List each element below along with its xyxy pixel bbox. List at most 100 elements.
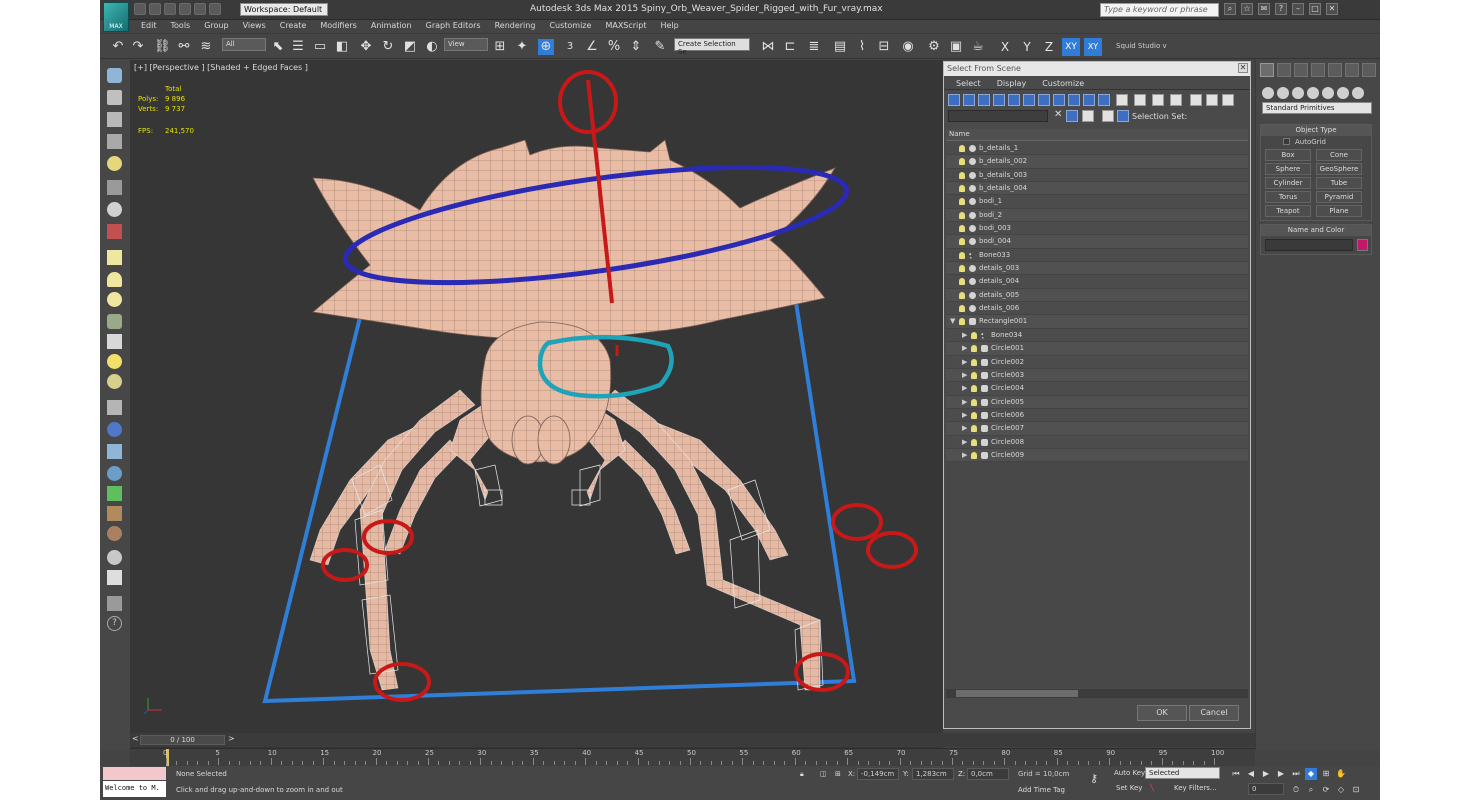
sphere-light-icon[interactable] [107,292,122,307]
scene-list-item[interactable]: ▶ Circle008 [946,435,1248,449]
help-icon[interactable]: ? [1275,3,1287,15]
track-bar[interactable]: 0 5 10 15 20 25 30 35 40 45 50 55 60 65 70 75 80 85 90 95 10… [130,748,1255,766]
visibility-bulb-icon[interactable] [971,358,977,366]
menu-customize[interactable]: Customize [542,20,598,32]
lock-selection-icon[interactable]: 🔒︎ [800,770,804,779]
scene-list-item[interactable]: ▶ Circle005 [946,395,1248,409]
visibility-bulb-icon[interactable] [959,238,965,246]
select-object-icon[interactable]: ⬉ [270,39,286,55]
key-mode-toggle-icon[interactable]: ◆ [1305,768,1317,780]
scene-list-item[interactable]: ▶ Circle004 [946,382,1248,396]
display-lights-icon[interactable] [978,94,990,106]
place-icon[interactable]: ◐ [424,39,440,55]
new-file-icon[interactable] [134,3,146,15]
redo-arrow-icon[interactable]: ↷ [130,39,146,55]
hierarchy-icon[interactable] [1206,94,1218,106]
visibility-bulb-icon[interactable] [971,385,977,393]
collapse-caret-icon[interactable]: ▶ [962,384,967,392]
redo-icon[interactable] [194,3,206,15]
name-filter-input[interactable] [948,110,1048,122]
grass-icon[interactable] [107,486,122,501]
display-xrefs-icon[interactable] [1053,94,1065,106]
helpers-icon[interactable] [1322,87,1334,99]
select-manipulate-icon[interactable]: ✦ [514,39,530,55]
ref-coord-dropdown[interactable]: View [444,38,488,51]
scene-list-item[interactable]: details_006 [946,302,1248,316]
object-name-input[interactable] [1265,239,1353,251]
scene-list-item[interactable]: bodi_2 [946,208,1248,223]
display-invert-icon[interactable] [1152,94,1164,106]
maxscript-listener-output[interactable]: Welcome to M. [103,781,166,797]
frame-buffer-icon[interactable] [107,570,122,585]
minimize-button[interactable]: – [1292,3,1304,15]
go-to-start-icon[interactable]: ⏮ [1230,768,1242,780]
collapse-caret-icon[interactable]: ▶ [962,398,967,406]
object-color-swatch[interactable] [1357,239,1368,251]
layer-manager-icon[interactable]: ≣ [806,39,822,55]
cone-button[interactable]: Cone [1316,149,1362,161]
project-folder-icon[interactable] [209,3,221,15]
visibility-bulb-icon[interactable] [959,278,965,286]
mirror-icon[interactable]: ⋈ [760,39,776,55]
undo-icon[interactable] [179,3,191,15]
rendered-frame-icon[interactable]: ▣ [948,39,964,55]
auto-key-button[interactable]: Auto Key [1112,768,1147,780]
visibility-bulb-icon[interactable] [971,451,977,459]
undo-arrow-icon[interactable]: ↶ [110,39,126,55]
collapse-caret-icon[interactable]: ▶ [962,358,967,366]
pan-icon[interactable]: ✋ [1335,768,1347,780]
menu-rendering[interactable]: Rendering [488,20,543,32]
named-selection-dropdown[interactable]: Create Selection Se [674,38,750,56]
help-question-icon[interactable]: ? [107,616,122,631]
visibility-bulb-icon[interactable] [971,331,977,339]
maximize-viewport-icon[interactable]: ⊡ [1350,784,1362,796]
snaps-toggle-icon[interactable]: 3 [562,39,578,55]
perspective-viewport[interactable]: [+] [Perspective ] [Shaded + Edged Faces… [130,60,943,748]
ambient-icon[interactable] [107,374,122,389]
scene-list-item[interactable]: ▼ Rectangle001 [946,315,1248,329]
clear-filter-icon[interactable]: ✕ [1054,109,1062,120]
tab-create[interactable] [1260,63,1274,77]
display-frozen-icon[interactable] [1098,94,1110,106]
help-search-input[interactable]: Type a keyword or phrase [1100,3,1219,17]
ok-button[interactable]: OK [1137,705,1187,721]
light-icon[interactable] [107,156,122,171]
layer-icon[interactable] [107,90,122,105]
cameras-icon[interactable] [1307,87,1319,99]
scene-list-item[interactable]: ▶ Circle003 [946,368,1248,383]
visibility-bulb-icon[interactable] [971,371,977,379]
render-production-icon[interactable]: ☕ [970,39,986,55]
tab-modify[interactable] [1277,63,1291,77]
key-filters-button[interactable]: Key Filters... [1172,783,1219,795]
visibility-bulb-icon[interactable] [971,345,977,353]
proxy-icon[interactable] [107,422,122,437]
sky-icon[interactable] [107,466,122,481]
communication-icon[interactable]: ✉ [1258,3,1270,15]
set-key-button[interactable]: Set Key [1114,783,1144,795]
display-helpers-icon[interactable] [1008,94,1020,106]
selection-filter-dropdown[interactable]: All [222,38,266,51]
visibility-bulb-icon[interactable] [971,438,977,446]
tab-motion[interactable] [1311,63,1325,77]
scene-list-item[interactable]: ▶ Circle001 [946,342,1248,356]
axis-xy-cycle-button[interactable]: XY [1084,38,1102,56]
table-icon[interactable] [107,134,122,149]
visibility-bulb-icon[interactable] [959,318,965,326]
display-geometry-icon[interactable] [948,94,960,106]
select-all-icon[interactable] [1170,94,1182,106]
shapes-icon[interactable] [1277,87,1289,99]
scene-list-item[interactable]: details_003 [946,262,1248,276]
menu-views[interactable]: Views [236,20,273,32]
scene-list-item[interactable]: ▶ Circle009 [946,448,1248,463]
percent-snap-icon[interactable]: % [606,39,622,55]
collapse-caret-icon[interactable]: ▶ [962,371,967,379]
add-time-tag[interactable]: Add Time Tag [1018,786,1065,794]
tab-hierarchy[interactable] [1294,63,1308,77]
display-all-icon[interactable] [1116,94,1128,106]
dialog-horizontal-scrollbar[interactable] [946,689,1248,698]
object-type-title[interactable]: Object Type [1261,125,1371,136]
list-icon[interactable] [107,112,122,127]
display-shapes-icon[interactable] [963,94,975,106]
menu-group[interactable]: Group [197,20,235,32]
time-slider-next[interactable]: > [228,734,235,743]
